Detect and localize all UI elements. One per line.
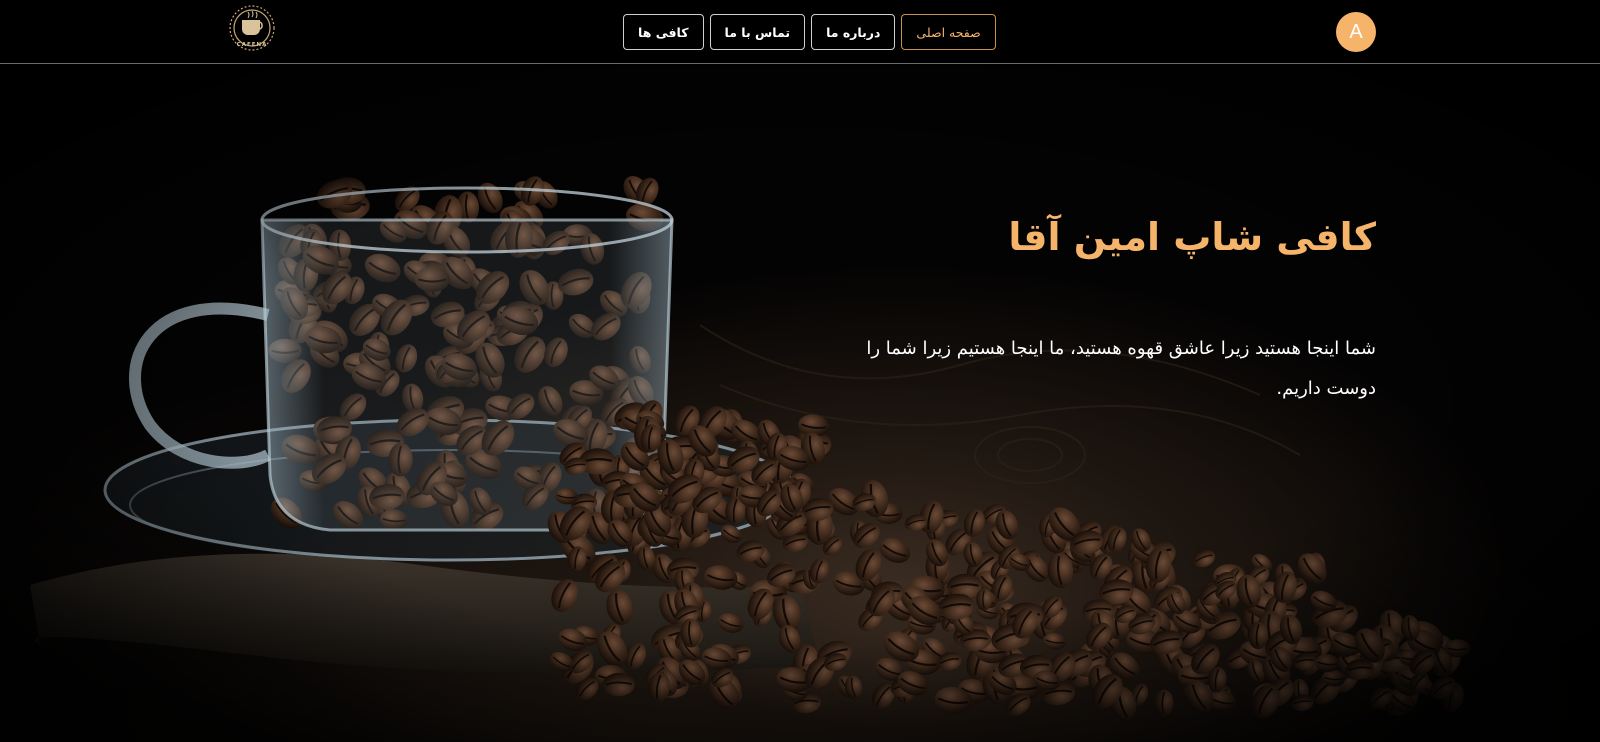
nav-cafes-button[interactable]: کافی ها: [623, 14, 704, 50]
cafena-logo-icon[interactable]: CAFENA: [221, 2, 283, 54]
hero-section: کافی شاپ امین آقا شما اینجا هستید زیرا ع…: [0, 65, 1600, 742]
nav-contact-button[interactable]: تماس با ما: [709, 14, 806, 50]
user-avatar[interactable]: A: [1336, 12, 1376, 52]
site-header: CAFENA کافی ها تماس با ما درباره ما صفحه…: [0, 0, 1600, 64]
logo-svg: CAFENA: [229, 5, 275, 51]
hero-description: شما اینجا هستید زیرا عاشق قهوه هستید، ما…: [866, 338, 1376, 399]
main-nav: کافی ها تماس با ما درباره ما صفحه اصلی: [623, 14, 996, 50]
nav-about-button[interactable]: درباره ما: [811, 14, 896, 50]
hero-title: کافی شاپ امین آقا: [1008, 215, 1376, 259]
nav-home-button[interactable]: صفحه اصلی: [901, 14, 996, 50]
logo-text: CAFENA: [237, 42, 268, 48]
